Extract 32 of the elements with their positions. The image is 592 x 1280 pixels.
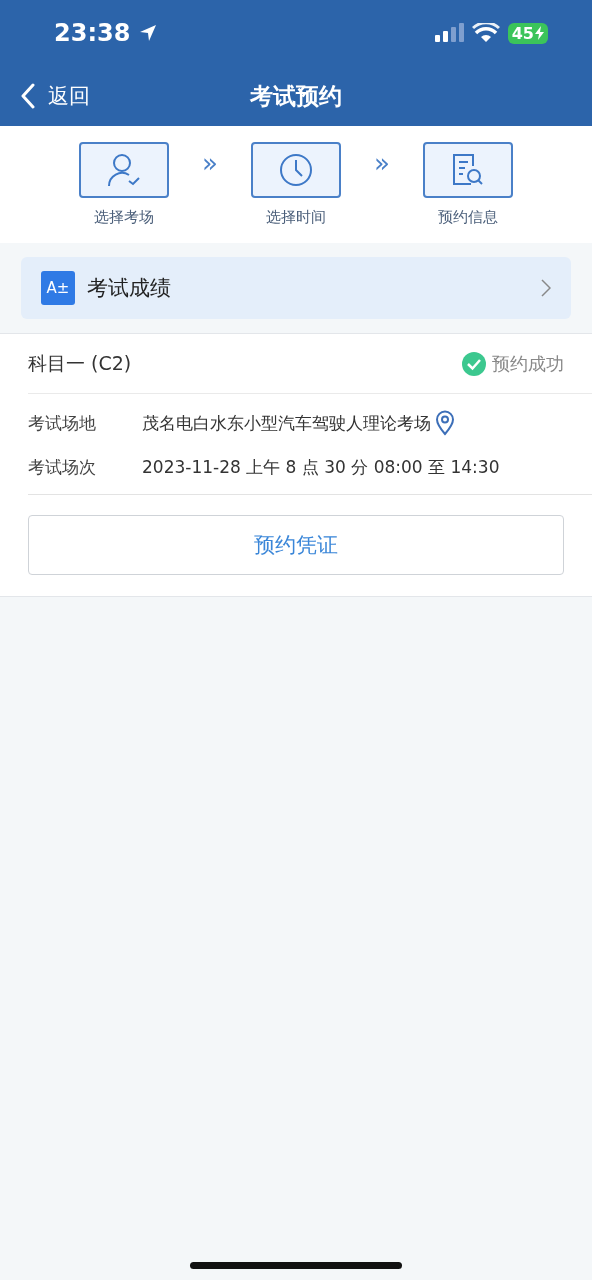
field-label: 考试场次 [28,455,97,479]
booking-status: 预约成功 [492,351,564,376]
booking-voucher-button[interactable]: 预约凭证 [28,515,564,575]
grade-icon: A± [41,271,75,305]
person-check-icon [107,152,142,188]
back-chevron-icon [20,83,36,109]
back-button[interactable]: 返回 [18,80,92,112]
location-arrow-icon [138,23,159,43]
document-search-icon [450,152,485,188]
field-value: 茂名电白水东小型汽车驾驶人理论考场 [142,411,431,435]
check-circle-icon [462,351,486,376]
subject-name: 科目一 (C2) [28,350,133,376]
step-label: 预约信息 [437,208,498,227]
exam-score-entry[interactable]: A± 考试成绩 [21,257,571,319]
double-chevron-icon: » [374,150,390,176]
double-chevron-icon: » [202,150,218,176]
step-tile[interactable] [422,142,513,198]
page-title: 考试预约 [250,81,342,111]
field-value: 2023-11-28 上午 8 点 30 分 08:00 至 14:30 [142,455,500,479]
map-pin-icon[interactable] [435,410,455,436]
status-time: 23:38 [54,19,131,47]
clock-icon [278,152,314,188]
step-label: 选择考场 [94,208,155,227]
field-label: 考试场地 [28,411,97,435]
wifi-icon [471,23,500,43]
step-label: 选择时间 [266,208,326,227]
charging-bolt-icon [535,26,544,40]
battery-indicator: 45 [507,22,548,44]
step-tile[interactable] [251,142,341,198]
step-tile[interactable] [79,142,170,198]
chevron-right-icon [541,279,551,297]
signal-icon [433,23,464,43]
